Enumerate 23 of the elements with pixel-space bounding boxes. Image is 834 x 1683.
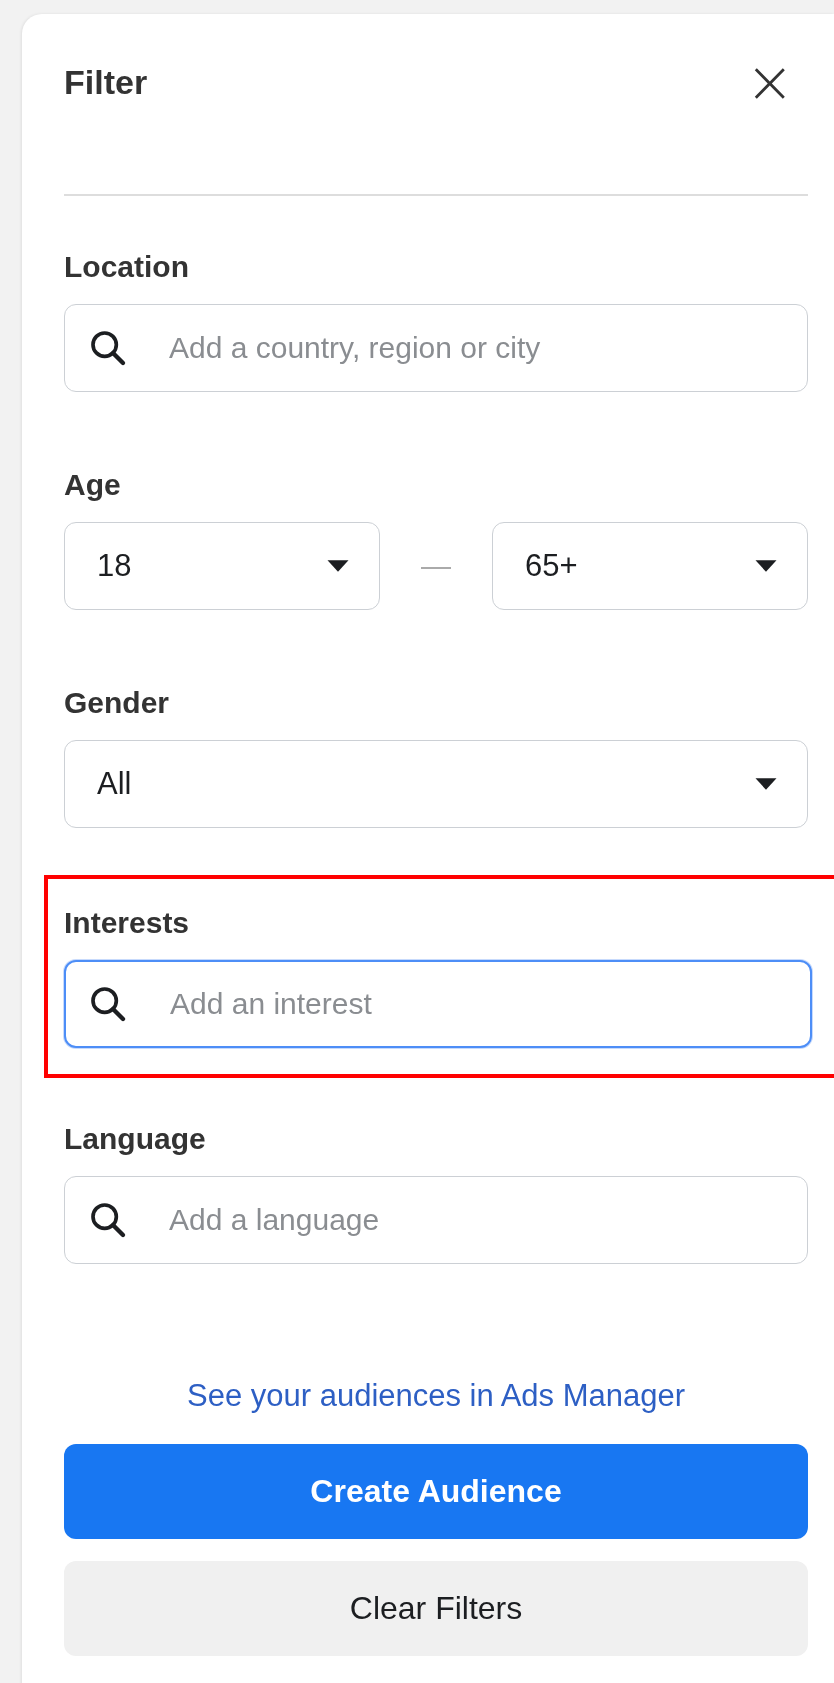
gender-dropdown[interactable]: All xyxy=(64,740,808,828)
search-icon xyxy=(88,1200,128,1240)
field-label: Interests xyxy=(64,906,191,940)
age-dropdown[interactable]: 18 xyxy=(64,522,380,610)
search-icon xyxy=(88,984,128,1024)
field-label: Location xyxy=(64,250,190,284)
create-audience-button[interactable]: Create Audience xyxy=(64,1444,808,1539)
range-separator: — xyxy=(421,549,451,583)
search-field[interactable]: Add a language xyxy=(64,1176,808,1264)
search-icon xyxy=(88,328,128,368)
ads-manager-link[interactable]: See your audiences in Ads Manager xyxy=(186,1378,685,1413)
field-label: Gender xyxy=(64,686,171,720)
caret-icon xyxy=(753,777,779,791)
search-field[interactable]: Add a country, region or city xyxy=(64,304,808,392)
search-field[interactable]: Add an interest xyxy=(64,960,812,1048)
age-dropdown[interactable]: 65+ xyxy=(492,522,808,610)
caret-icon xyxy=(325,559,351,573)
clear-filters-button[interactable]: Clear Filters xyxy=(64,1561,808,1656)
panel-title: Filter xyxy=(64,62,148,102)
field-label: Age xyxy=(64,468,122,502)
close-button[interactable]: × xyxy=(745,53,808,111)
field-label: Language xyxy=(64,1122,207,1156)
caret-icon xyxy=(753,559,779,573)
